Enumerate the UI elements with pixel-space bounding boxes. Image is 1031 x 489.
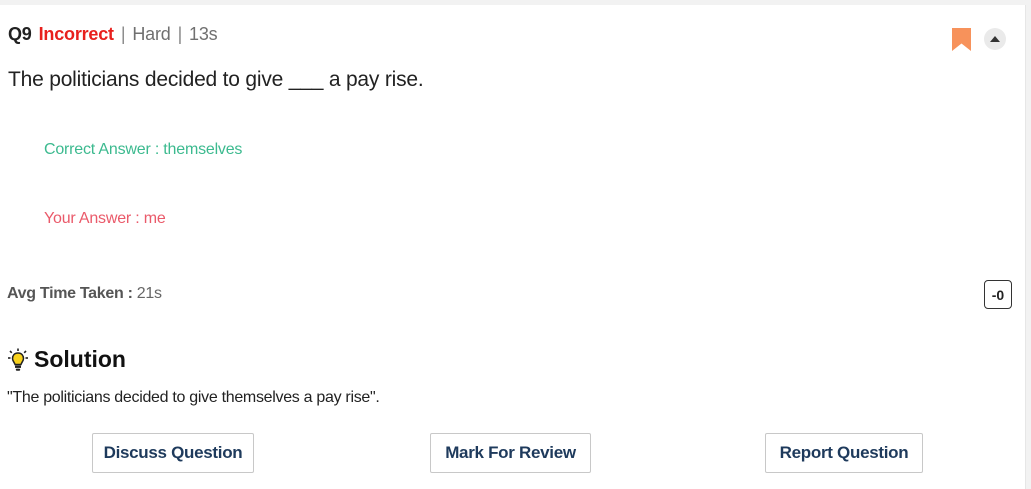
solution-heading: Solution (8, 346, 126, 373)
avg-time-label: Avg Time Taken : (7, 285, 133, 302)
discuss-question-button[interactable]: Discuss Question (92, 433, 254, 473)
chevron-up-icon (990, 36, 1000, 42)
difficulty-label: Hard (132, 23, 171, 44)
collapse-button[interactable] (984, 28, 1006, 50)
correct-answer: Correct Answer : themselves (44, 141, 243, 158)
lightbulb-icon (8, 348, 28, 371)
avg-time: Avg Time Taken : 21s (7, 285, 162, 303)
avg-time-value: 21s (136, 285, 162, 302)
question-text: The politicians decided to give ___ a pa… (8, 68, 424, 91)
time-spent: 13s (189, 23, 218, 44)
solution-title: Solution (34, 346, 126, 372)
bookmark-icon[interactable] (952, 28, 971, 51)
separator: | (177, 23, 183, 44)
question-header: Q9 Incorrect | Hard | 13s (8, 22, 218, 46)
score-badge: -0 (984, 280, 1012, 309)
mark-for-review-button[interactable]: Mark For Review (430, 433, 591, 473)
solution-text: "The politicians decided to give themsel… (7, 389, 380, 406)
question-number: Q9 (8, 23, 32, 44)
report-question-button[interactable]: Report Question (765, 433, 923, 473)
question-card: Q9 Incorrect | Hard | 13s The politician… (0, 5, 1026, 489)
your-answer: Your Answer : me (44, 210, 166, 227)
status-badge: Incorrect (38, 23, 114, 44)
separator: | (120, 23, 126, 44)
